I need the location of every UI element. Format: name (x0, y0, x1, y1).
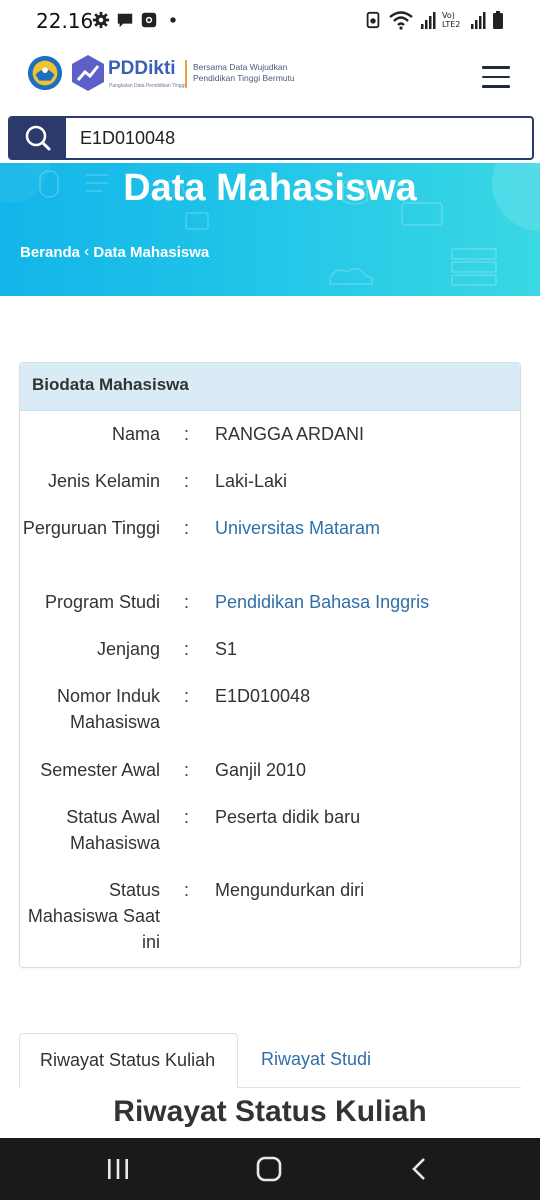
brand-name: PDDikti (108, 58, 176, 79)
tab-riwayat-studi[interactable]: Riwayat Studi (241, 1033, 391, 1089)
row-value: Mengundurkan diri (215, 880, 365, 900)
hamburger-line (482, 66, 510, 69)
row-colon: : (184, 686, 190, 706)
gear-icon (92, 11, 110, 29)
row-label: Status Awal Mahasiswa (66, 807, 160, 853)
menu-button[interactable] (482, 66, 510, 88)
row-label: Semester Awal (40, 760, 160, 780)
tagline-line2: Pendidikan Tinggi Bermutu (193, 73, 295, 83)
university-link[interactable]: Universitas Mataram (215, 515, 515, 541)
brand-subtitle: Pangkalan Data Pendidikan Tinggi (109, 83, 186, 89)
home-icon[interactable] (254, 1156, 284, 1182)
page-title: Data Mahasiswa (123, 167, 417, 209)
row-colon: : (184, 880, 190, 900)
recent-apps-icon[interactable] (103, 1156, 133, 1182)
row-value: S1 (215, 639, 238, 659)
row-colon: : (184, 518, 190, 538)
row-colon: : (184, 807, 190, 827)
breadcrumb-current: Data Mahasiswa (93, 243, 210, 261)
hamburger-line (482, 75, 510, 78)
search-button[interactable] (10, 118, 66, 158)
row-value: Ganjil 2010 (215, 760, 307, 780)
row-label: Jenis Kelamin (47, 471, 160, 491)
signal-icon (421, 12, 436, 29)
biodata-card: Biodata Mahasiswa Nama : RANGGA ARDANI J… (19, 362, 521, 968)
network-label: Vo) LTE2 (442, 11, 461, 29)
hamburger-line (482, 85, 510, 88)
signal-icon-2 (471, 12, 486, 29)
kemdikbud-logo-icon (27, 55, 63, 91)
chat-icon (117, 13, 133, 28)
row-label: Nomor Induk Mahasiswa (56, 686, 160, 732)
page-banner: Data Mahasiswa Beranda ‹ Data Mahasiswa (0, 163, 540, 296)
site-header: PDDikti Pangkalan Data Pendidikan Tinggi… (0, 40, 540, 114)
row-label: Nama (111, 424, 160, 444)
tagline: Bersama Data Wujudkan Pendidikan Tinggi … (193, 62, 295, 84)
search-bar (8, 116, 534, 160)
tab-riwayat-status-kuliah[interactable]: Riwayat Status Kuliah (19, 1033, 238, 1089)
section-title: Riwayat Status Kuliah (113, 1095, 427, 1128)
pddikti-logo-icon (72, 55, 104, 91)
screenshot-icon (141, 12, 157, 28)
row-colon: : (184, 592, 190, 612)
row-value: E1D010048 (215, 686, 311, 706)
search-icon (25, 125, 51, 151)
breadcrumb-separator: ‹ (84, 243, 90, 260)
search-input[interactable] (80, 126, 500, 150)
row-colon: : (184, 639, 190, 659)
row-colon: : (184, 471, 190, 491)
row-colon: : (184, 760, 190, 780)
row-value: RANGGA ARDANI (215, 424, 365, 444)
battery-icon (493, 11, 503, 29)
system-nav-bar (0, 1138, 540, 1200)
dot-icon (170, 17, 176, 23)
row-label: Program Studi (44, 592, 160, 612)
biodata-heading: Biodata Mahasiswa (20, 363, 520, 411)
breadcrumb: Beranda ‹ Data Mahasiswa (20, 243, 209, 261)
status-bar: 22.16 Vo) LTE2 (0, 0, 540, 40)
breadcrumb-home[interactable]: Beranda (20, 244, 80, 261)
row-value: Peserta didik baru (215, 807, 361, 827)
back-icon[interactable] (405, 1156, 435, 1182)
row-label: Jenjang (96, 639, 160, 659)
row-label: Status Mahasiswa Saat ini (27, 880, 160, 952)
row-value: Laki-Laki (215, 471, 288, 491)
status-time: 22.16 (36, 9, 94, 33)
history-tabs: Riwayat Status Kuliah Riwayat Studi (19, 1033, 521, 1089)
study-program-link[interactable]: Pendidikan Bahasa Inggris (215, 589, 515, 615)
wifi-icon (389, 11, 413, 30)
sync-lock-icon (366, 11, 380, 29)
row-label: Perguruan Tinggi (22, 518, 160, 538)
row-colon: : (184, 424, 190, 444)
header-divider (185, 60, 187, 88)
tagline-line1: Bersama Data Wujudkan (193, 62, 288, 72)
